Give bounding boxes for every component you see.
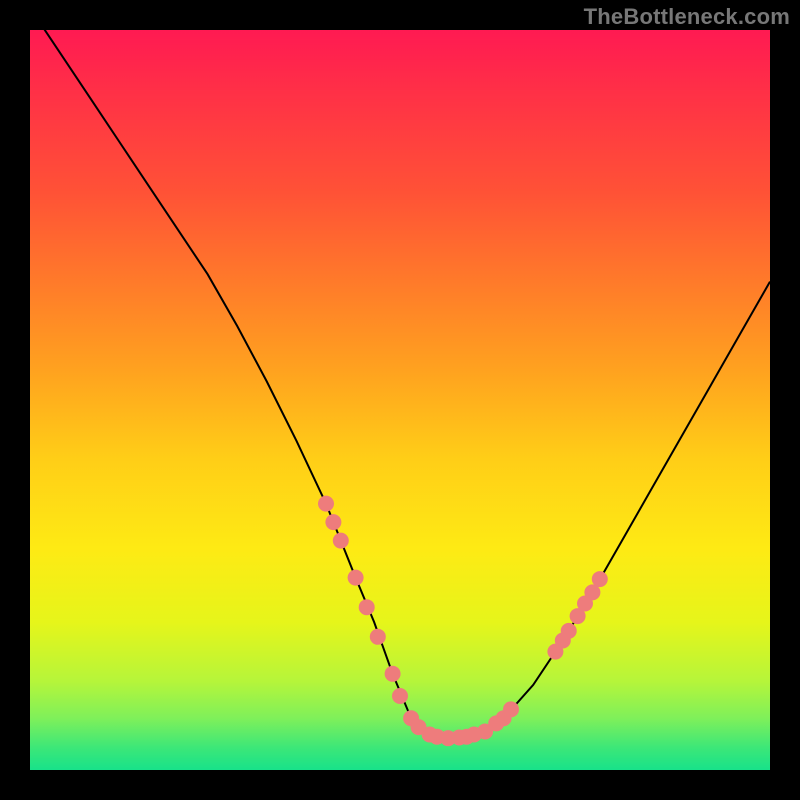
plot-svg (30, 30, 770, 770)
data-marker (359, 599, 375, 615)
plot-area (30, 30, 770, 770)
bottleneck-curve (30, 30, 770, 738)
data-marker (318, 496, 334, 512)
data-marker (385, 666, 401, 682)
data-marker (325, 514, 341, 530)
watermark-text: TheBottleneck.com (584, 4, 790, 30)
marker-group (318, 496, 608, 747)
data-marker (392, 688, 408, 704)
data-marker (592, 571, 608, 587)
chart-frame: TheBottleneck.com (0, 0, 800, 800)
data-marker (370, 629, 386, 645)
data-marker (561, 623, 577, 639)
data-marker (333, 533, 349, 549)
data-marker (348, 570, 364, 586)
data-marker (503, 701, 519, 717)
